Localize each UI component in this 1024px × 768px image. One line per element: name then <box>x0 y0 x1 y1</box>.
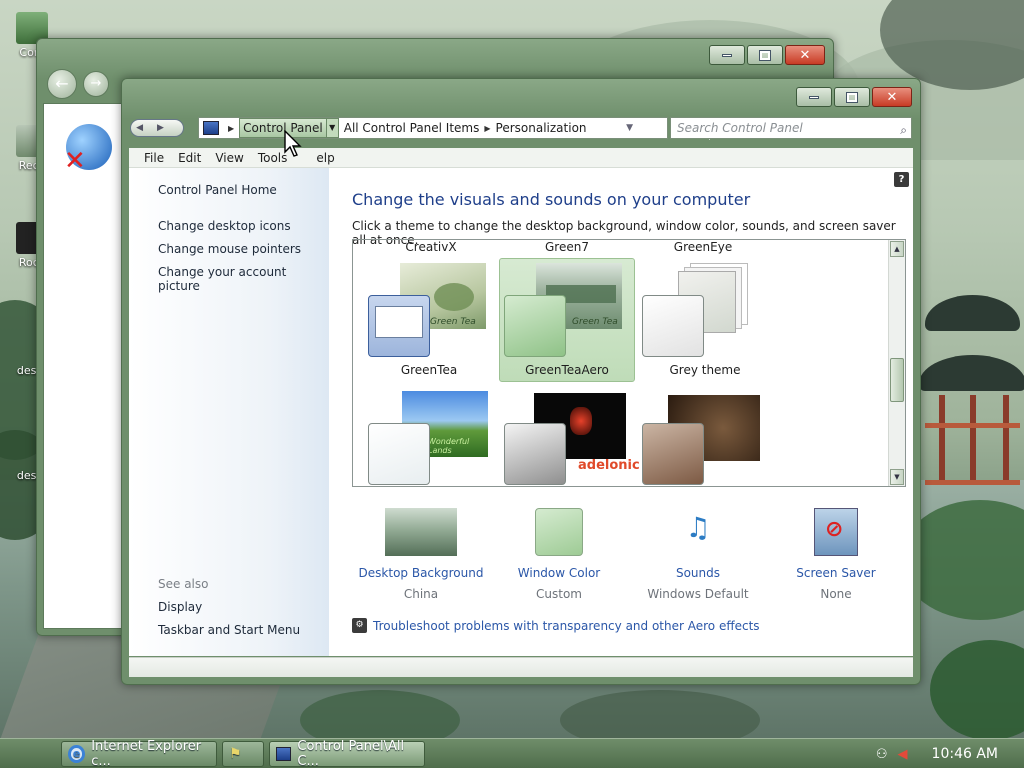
address-bar[interactable]: ▶ Control Panel ▼ All Control Panel Item… <box>198 117 728 140</box>
theme-greenteaaero[interactable]: Green Tea GreenTeaAero <box>499 258 635 382</box>
window-color-setting[interactable]: Window Color Custom <box>494 508 624 601</box>
troubleshoot-link[interactable]: ⚙ Troubleshoot problems with transparenc… <box>352 618 760 633</box>
flag-icon: ⚑ <box>229 746 242 762</box>
theme-gallery[interactable]: CreativX Green7 GreenEye Green Tea Green… <box>352 239 906 487</box>
theme-label-green7[interactable]: Green7 <box>497 240 637 254</box>
theme-color-swatch <box>504 295 566 357</box>
theme-color-swatch <box>642 295 704 357</box>
link-control-panel-home[interactable]: Control Panel Home <box>158 183 277 197</box>
mouse-cursor-icon <box>284 129 304 158</box>
breadcrumb-separator-icon: ▶ <box>484 123 491 133</box>
clock[interactable]: 10:46 AM <box>932 746 998 762</box>
internet-explorer-icon: e <box>68 745 86 763</box>
minimize-button[interactable] <box>709 45 745 65</box>
close-icon: ✕ <box>886 89 898 105</box>
scroll-up-button[interactable]: ▲ <box>890 241 904 257</box>
sounds-icon: ♫ <box>685 511 711 544</box>
close-button[interactable]: ✕ <box>872 87 912 107</box>
scroll-thumb[interactable] <box>890 358 904 402</box>
minimize-icon <box>809 95 819 99</box>
network-globe-icon: ✕ <box>64 124 112 176</box>
desktop-background-setting[interactable]: Desktop Background China <box>356 508 486 601</box>
theme-label-creativx[interactable]: CreativX <box>361 240 501 254</box>
network-icon[interactable]: ⚇ <box>876 747 888 762</box>
minimize-icon <box>722 53 732 57</box>
link-change-account-picture[interactable]: Change your account picture <box>158 265 329 293</box>
theme-brown[interactable] <box>637 388 773 486</box>
maximize-button[interactable] <box>747 45 783 65</box>
desktop-background-thumbnail <box>385 508 457 556</box>
page-title: Change the visuals and sounds on your co… <box>352 190 751 209</box>
taskbar-internet-explorer[interactable]: e Internet Explorer c... <box>61 739 217 768</box>
pagoda-scenery <box>919 255 1024 500</box>
minimize-button[interactable] <box>796 87 832 107</box>
help-icon[interactable]: ? <box>894 172 909 187</box>
theme-grey[interactable]: Grey theme <box>637 258 773 382</box>
taskbar: e Internet Explorer c... ⚑ Control Panel… <box>0 738 1024 768</box>
theme-adelonic[interactable]: adelonic <box>499 388 640 486</box>
control-panel-icon <box>203 121 219 135</box>
theme-color-swatch <box>504 423 566 485</box>
maximize-button[interactable] <box>834 87 870 107</box>
menu-view[interactable]: View <box>208 151 250 165</box>
theme-color-swatch <box>368 423 430 485</box>
status-bar <box>129 657 913 677</box>
window-color-swatch <box>535 508 583 556</box>
theme-color-swatch <box>642 423 704 485</box>
back-forward-buttons[interactable]: ◀▶ <box>130 119 184 137</box>
content-area: Control Panel Home Change desktop icons … <box>129 168 913 656</box>
forward-button[interactable]: → <box>83 71 109 97</box>
control-panel-icon <box>276 747 292 761</box>
theme-wonderful-lands[interactable]: Wonderful Lands <box>361 388 497 486</box>
forward-arrow-icon: → <box>90 76 102 91</box>
breadcrumb-dropdown-icon[interactable]: ▼ <box>326 118 339 138</box>
address-history-dropdown-icon[interactable]: ▼ <box>620 123 639 133</box>
theme-label-greeneye[interactable]: GreenEye <box>633 240 773 254</box>
address-row: ◀▶ ▶ Control Panel ▼ All Control Panel I… <box>130 117 912 141</box>
left-navigation-pane: Control Panel Home Change desktop icons … <box>129 168 329 656</box>
link-change-mouse-pointers[interactable]: Change mouse pointers <box>158 242 301 256</box>
taskbar-flag-button[interactable]: ⚑ <box>222 741 264 767</box>
menu-file[interactable]: File <box>137 151 171 165</box>
maximize-icon <box>759 49 771 61</box>
error-x-icon: ✕ <box>64 146 86 176</box>
screen-saver-icon: ⊘ <box>814 508 858 556</box>
sounds-setting[interactable]: ♫ Sounds Windows Default <box>633 508 763 601</box>
breadcrumb-personalization[interactable]: Personalization <box>496 121 587 135</box>
menu-edit[interactable]: Edit <box>171 151 208 165</box>
breadcrumb-control-panel[interactable]: Control Panel <box>239 118 327 138</box>
breadcrumb-separator-icon: ▶ <box>228 123 235 133</box>
taskbar-control-panel[interactable]: Control Panel\All C... <box>269 739 425 768</box>
troubleshoot-icon: ⚙ <box>352 618 367 633</box>
back-arrow-icon: ← <box>55 74 69 93</box>
link-change-desktop-icons[interactable]: Change desktop icons <box>158 219 291 233</box>
breadcrumb-all-items[interactable]: All Control Panel Items <box>344 121 480 135</box>
search-input[interactable]: Search Control Panel ⌕ <box>670 117 912 139</box>
back-button[interactable]: ← <box>47 69 77 99</box>
theme-color-swatch <box>368 295 430 357</box>
maximize-icon <box>846 91 858 103</box>
search-icon[interactable]: ⌕ <box>900 120 907 140</box>
scroll-down-button[interactable]: ▼ <box>890 469 904 485</box>
close-icon: ✕ <box>799 47 811 63</box>
volume-icon[interactable]: ◀ <box>898 747 908 762</box>
system-tray: ⚇ ◀ 10:46 AM <box>864 739 1024 768</box>
theme-gallery-scrollbar[interactable]: ▲ ▼ <box>888 240 905 486</box>
menu-bar: File Edit View Tools elp <box>129 148 913 168</box>
link-taskbar-start-menu[interactable]: Taskbar and Start Menu <box>158 623 300 637</box>
link-display[interactable]: Display <box>158 600 202 614</box>
screen-saver-setting[interactable]: ⊘ Screen Saver None <box>771 508 901 601</box>
theme-greentea[interactable]: Green Tea GreenTea <box>361 258 497 382</box>
close-button[interactable]: ✕ <box>785 45 825 65</box>
control-panel-window[interactable]: ✕ ◀▶ ▶ Control Panel ▼ All Control Panel… <box>121 78 921 685</box>
see-also-heading: See also <box>158 577 209 591</box>
